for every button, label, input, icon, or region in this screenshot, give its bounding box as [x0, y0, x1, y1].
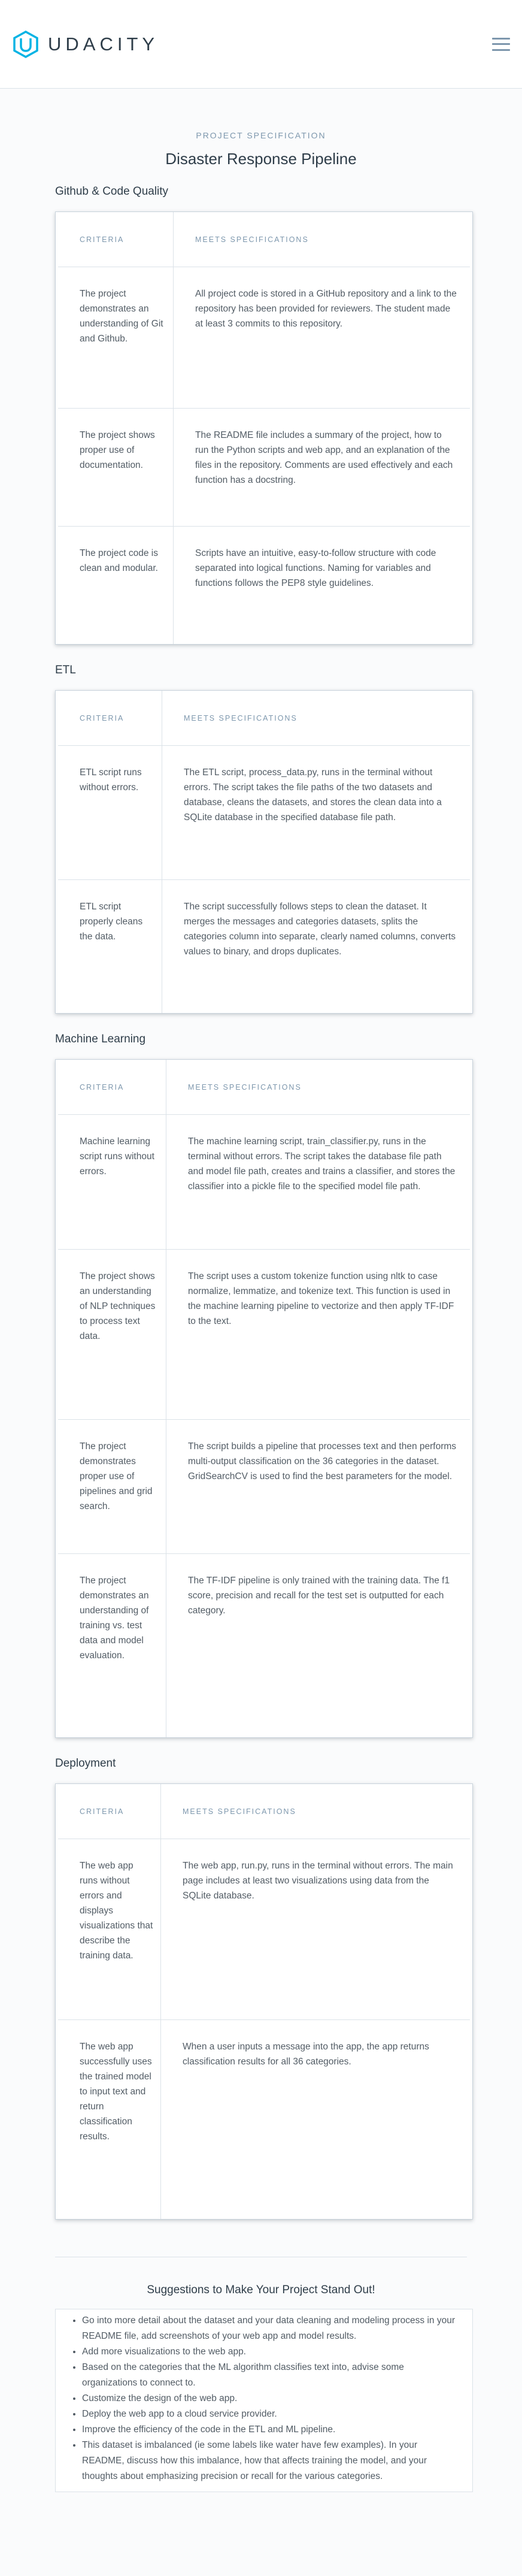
suggestion-item: Add more visualizations to the web app. — [82, 2344, 460, 2360]
udacity-logo[interactable]: UDACITY — [12, 30, 159, 58]
rubric-row: The project demonstrates an understandin… — [58, 1554, 470, 1737]
suggestions-list: Go into more detail about the dataset an… — [82, 2313, 460, 2484]
meets-header: MEETS SPECIFICATIONS — [188, 1083, 302, 1092]
main-content: PROJECT SPECIFICATION Disaster Response … — [0, 131, 522, 2492]
suggestions-title: Suggestions to Make Your Project Stand O… — [147, 2284, 375, 2296]
rubric-header-row: CRITERIA MEETS SPECIFICATIONS — [58, 1784, 470, 1839]
suggestion-item: This dataset is imbalanced (ie some labe… — [82, 2438, 460, 2484]
criteria-cell: The project demonstrates proper use of p… — [58, 1420, 166, 1553]
suggestion-item: Improve the efficiency of the code in th… — [82, 2422, 460, 2438]
rubric-card-deployment: CRITERIA MEETS SPECIFICATIONS The web ap… — [55, 1783, 473, 2220]
criteria-cell: The project demonstrates an understandin… — [58, 1554, 166, 1737]
udacity-u-icon — [13, 30, 38, 58]
criteria-cell: The project shows an understanding of NL… — [58, 1250, 166, 1419]
criteria-cell: ETL script properly cleans the data. — [58, 880, 162, 1013]
criteria-header: CRITERIA — [58, 212, 174, 267]
rubric-card-github: CRITERIA MEETS SPECIFICATIONS The projec… — [55, 211, 473, 645]
rubric-row: The project shows proper use of document… — [58, 409, 470, 527]
brand-name: UDACITY — [48, 33, 159, 55]
rubric-row: Machine learning script runs without err… — [58, 1115, 470, 1250]
criteria-cell: The project demonstrates an understandin… — [58, 267, 174, 408]
meets-cell: The ETL script, process_data.py, runs in… — [184, 767, 442, 823]
meets-header: MEETS SPECIFICATIONS — [195, 235, 309, 244]
suggestion-item: Go into more detail about the dataset an… — [82, 2313, 460, 2344]
criteria-cell: The project shows proper use of document… — [58, 409, 174, 526]
meets-cell: Scripts have an intuitive, easy-to-follo… — [195, 548, 436, 588]
meets-cell: The script uses a custom tokenize functi… — [188, 1271, 454, 1326]
meets-cell: The README file includes a summary of th… — [195, 430, 453, 485]
meets-cell: The web app, run.py, runs in the termina… — [183, 1861, 453, 1901]
rubric-row: The project code is clean and modular. S… — [58, 527, 470, 644]
criteria-header: CRITERIA — [58, 1784, 161, 1839]
criteria-header: CRITERIA — [58, 691, 162, 745]
meets-cell: The TF-IDF pipeline is only trained with… — [188, 1576, 450, 1616]
rubric-row: The web app successfully uses the traine… — [58, 2020, 470, 2219]
suggestion-item: Customize the design of the web app. — [82, 2391, 460, 2406]
meets-cell: The script successfully follows steps to… — [184, 902, 456, 957]
meets-cell: All project code is stored in a GitHub r… — [195, 289, 457, 329]
section-title-github: Github & Code Quality — [55, 185, 169, 198]
meets-cell: The machine learning script, train_class… — [188, 1136, 456, 1192]
criteria-cell: ETL script runs without errors. — [58, 746, 162, 879]
section-title-etl: ETL — [55, 664, 76, 676]
rubric-row: The web app runs without errors and disp… — [58, 1839, 470, 2020]
hamburger-menu-icon[interactable] — [492, 37, 510, 51]
criteria-cell: The web app runs without errors and disp… — [58, 1839, 161, 2019]
rubric-card-etl: CRITERIA MEETS SPECIFICATIONS ETL script… — [55, 690, 473, 1014]
criteria-header: CRITERIA — [58, 1060, 166, 1114]
section-title-deployment: Deployment — [55, 1757, 116, 1770]
rubric-row: ETL script runs without errors. The ETL … — [58, 746, 470, 880]
criteria-cell: The web app successfully uses the traine… — [58, 2020, 161, 2219]
rubric-header-row: CRITERIA MEETS SPECIFICATIONS — [58, 1060, 470, 1115]
top-navigation-bar: UDACITY — [0, 0, 522, 89]
criteria-cell: Machine learning script runs without err… — [58, 1115, 166, 1249]
rubric-row: ETL script properly cleans the data. The… — [58, 880, 470, 1013]
suggestion-item: Based on the categories that the ML algo… — [82, 2360, 460, 2391]
rubric-header-row: CRITERIA MEETS SPECIFICATIONS — [58, 212, 470, 267]
meets-cell: When a user inputs a message into the ap… — [183, 2042, 429, 2067]
meets-header: MEETS SPECIFICATIONS — [184, 714, 298, 722]
rubric-row: The project shows an understanding of NL… — [58, 1250, 470, 1420]
page-title: Disaster Response Pipeline — [165, 150, 357, 168]
meets-cell: The script builds a pipeline that proces… — [188, 1441, 457, 1481]
suggestion-item: Deploy the web app to a cloud service pr… — [82, 2406, 460, 2422]
rubric-row: The project demonstrates an understandin… — [58, 267, 470, 409]
rubric-header-row: CRITERIA MEETS SPECIFICATIONS — [58, 691, 470, 746]
rubric-row: The project demonstrates proper use of p… — [58, 1420, 470, 1554]
criteria-cell: The project code is clean and modular. — [58, 527, 174, 644]
suggestions-box: Go into more detail about the dataset an… — [55, 2309, 473, 2492]
rubric-card-machine-learning: CRITERIA MEETS SPECIFICATIONS Machine le… — [55, 1059, 473, 1738]
section-title-machine-learning: Machine Learning — [55, 1033, 146, 1045]
page-eyebrow: PROJECT SPECIFICATION — [196, 131, 326, 140]
meets-header: MEETS SPECIFICATIONS — [183, 1807, 296, 1816]
